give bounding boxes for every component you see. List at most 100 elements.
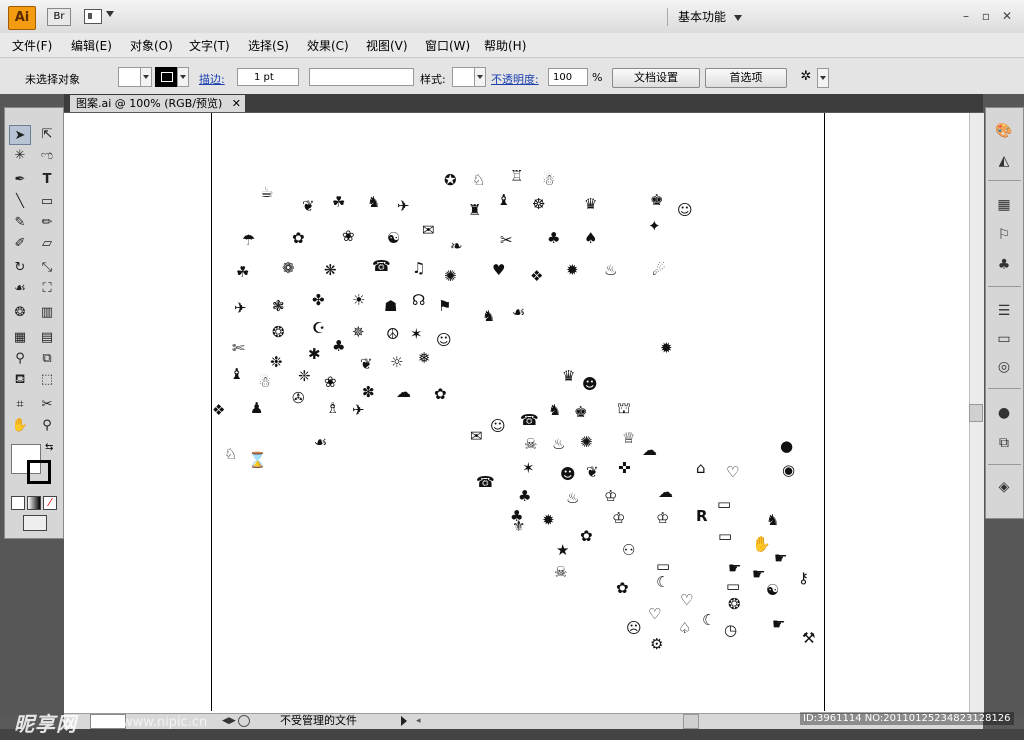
hand-tool-icon[interactable]: ✋: [9, 416, 31, 436]
artwork-icon: ☛: [752, 565, 766, 583]
none-mode-icon[interactable]: ⁄: [43, 496, 57, 510]
stroke-weight-field[interactable]: 1 pt: [237, 68, 299, 86]
menu-object[interactable]: 对象(O): [130, 37, 173, 54]
style-dropdown[interactable]: [474, 67, 486, 87]
menu-view[interactable]: 视图(V): [366, 37, 408, 54]
artwork-icon: ✶: [410, 325, 423, 343]
artboard[interactable]: ☕ ❦ ☘ ♞ ✈ ✪ ♘ ♖ ☃ ☂ ✿ ❀ ☯ ✉ ❧ ♜ ♝ ☸ ♛ ✂ …: [211, 113, 825, 711]
document-tab[interactable]: 图案.ai @ 100% (RGB/预览) ✕: [70, 95, 245, 112]
bridge-button[interactable]: Br: [47, 8, 71, 26]
warp-tool-icon[interactable]: ☙: [9, 279, 31, 299]
gradient-mode-icon[interactable]: [27, 496, 41, 510]
zoom-field[interactable]: [90, 714, 126, 729]
symbol-sprayer-tool-icon[interactable]: ❂: [9, 303, 31, 323]
menu-edit[interactable]: 编辑(E): [71, 37, 112, 54]
artwork-icon: ✦: [648, 217, 661, 235]
live-paint-selection-icon[interactable]: ⬚: [36, 370, 58, 390]
artwork-icon: ♠: [584, 229, 598, 247]
eraser-tool-icon[interactable]: ▱: [36, 234, 58, 254]
menu-select[interactable]: 选择(S): [248, 37, 289, 54]
document-setup-button[interactable]: 文档设置: [612, 68, 700, 88]
pencil-tool-icon[interactable]: ✏: [36, 213, 58, 233]
magic-wand-tool-icon[interactable]: ✳: [9, 146, 31, 166]
illustrator-logo: Ai: [8, 6, 36, 30]
paintbrush-tool-icon[interactable]: ✎: [9, 213, 31, 233]
line-tool-icon[interactable]: ╲: [9, 192, 31, 212]
stroke-panel-icon[interactable]: ☰: [993, 300, 1015, 322]
color-panel-icon[interactable]: 🎨: [993, 120, 1015, 142]
chevron-down-icon[interactable]: [106, 11, 114, 17]
menu-file[interactable]: 文件(F): [12, 37, 52, 54]
scroll-left-icon[interactable]: ◂: [416, 716, 421, 726]
menu-window[interactable]: 窗口(W): [425, 37, 470, 54]
menu-effect[interactable]: 效果(C): [307, 37, 349, 54]
minimize-button[interactable]: –: [957, 8, 975, 24]
restore-button[interactable]: ▫: [977, 8, 995, 24]
watermark-url: www.nipic.cn: [122, 715, 208, 730]
stroke-swatch[interactable]: [155, 67, 179, 87]
artwork-icon: ♞: [548, 401, 562, 419]
rectangle-tool-icon[interactable]: ▭: [36, 192, 58, 212]
menu-type[interactable]: 文字(T): [189, 37, 230, 54]
artwork-icon: ✹: [542, 511, 555, 529]
artwork-icon: ☛: [728, 559, 742, 577]
swap-colors-icon[interactable]: ⇆: [45, 442, 53, 453]
type-tool-icon[interactable]: T: [36, 170, 58, 190]
color-guide-panel-icon[interactable]: ◭: [993, 150, 1015, 172]
screen-mode-icon[interactable]: [23, 515, 47, 531]
artwork-icon: ✤: [312, 291, 325, 309]
direct-selection-tool-icon[interactable]: ⇱: [36, 125, 58, 145]
opacity-field[interactable]: 100: [548, 68, 588, 86]
scale-tool-icon[interactable]: ⤡: [36, 258, 58, 278]
style-swatch[interactable]: [452, 67, 476, 87]
color-mode-icon[interactable]: [11, 496, 25, 510]
free-transform-tool-icon[interactable]: ⛶: [36, 279, 58, 299]
appearance-panel-icon[interactable]: ●: [993, 402, 1015, 424]
vertical-scroll-thumb[interactable]: [969, 404, 983, 422]
arrange-documents-icon[interactable]: [84, 9, 102, 24]
workspace-switcher[interactable]: 基本功能: [667, 8, 743, 26]
lasso-tool-icon[interactable]: ಌ: [36, 146, 58, 166]
artboard-tool-icon[interactable]: ⌗: [9, 395, 31, 415]
stroke-dropdown[interactable]: [177, 67, 189, 87]
swatches-panel-icon[interactable]: ▦: [993, 194, 1015, 216]
pen-tool-icon[interactable]: ✒: [9, 170, 31, 190]
variable-width-field[interactable]: [309, 68, 414, 86]
scissors-tool-icon[interactable]: ✂: [36, 395, 58, 415]
gradient-panel-icon[interactable]: ▭: [993, 328, 1015, 350]
artwork-icon: ☘: [236, 263, 250, 281]
blend-tool-icon[interactable]: ⧉: [36, 349, 58, 369]
gradient-tool-icon[interactable]: ▤: [36, 328, 58, 348]
stroke-label[interactable]: 描边:: [199, 71, 225, 87]
control-options-dropdown[interactable]: [817, 68, 829, 88]
transparency-panel-icon[interactable]: ◎: [993, 356, 1015, 378]
menu-help[interactable]: 帮助(H): [484, 37, 526, 54]
close-tab-icon[interactable]: ✕: [232, 95, 241, 112]
layers-panel-icon[interactable]: ◈: [993, 476, 1015, 498]
brushes-panel-icon[interactable]: ⚐: [993, 224, 1015, 246]
blob-brush-tool-icon[interactable]: ✐: [9, 234, 31, 254]
opacity-label[interactable]: 不透明度:: [491, 71, 539, 87]
isolate-selection-icon[interactable]: ✲: [795, 68, 817, 86]
status-text[interactable]: 不受管理的文件: [280, 714, 357, 728]
graphic-styles-panel-icon[interactable]: ⧉: [993, 432, 1015, 454]
eyedropper-tool-icon[interactable]: ⚲: [9, 349, 31, 369]
graph-tool-icon[interactable]: ▥: [36, 303, 58, 323]
rotate-tool-icon[interactable]: ↻: [9, 258, 31, 278]
stroke-color-box[interactable]: [27, 460, 51, 484]
artwork-icon: ⚒: [802, 629, 816, 647]
fill-swatch[interactable]: [118, 67, 142, 87]
status-menu-arrow-icon[interactable]: [401, 716, 407, 726]
zoom-tool-icon[interactable]: ⚲: [36, 416, 58, 436]
live-paint-tool-icon[interactable]: ⛾: [9, 370, 31, 390]
selection-tool-icon[interactable]: ➤: [9, 125, 31, 145]
fill-dropdown[interactable]: [140, 67, 152, 87]
mesh-tool-icon[interactable]: ▦: [9, 328, 31, 348]
artboard-nav-icon[interactable]: ◀▶: [222, 716, 236, 726]
close-button[interactable]: ✕: [998, 8, 1016, 24]
horizontal-scroll-thumb[interactable]: [683, 714, 699, 729]
artwork-icon: ✵: [352, 323, 365, 341]
symbols-panel-icon[interactable]: ♣: [993, 254, 1015, 276]
preferences-button[interactable]: 首选项: [705, 68, 787, 88]
artwork-icon: ⚙: [650, 635, 664, 653]
